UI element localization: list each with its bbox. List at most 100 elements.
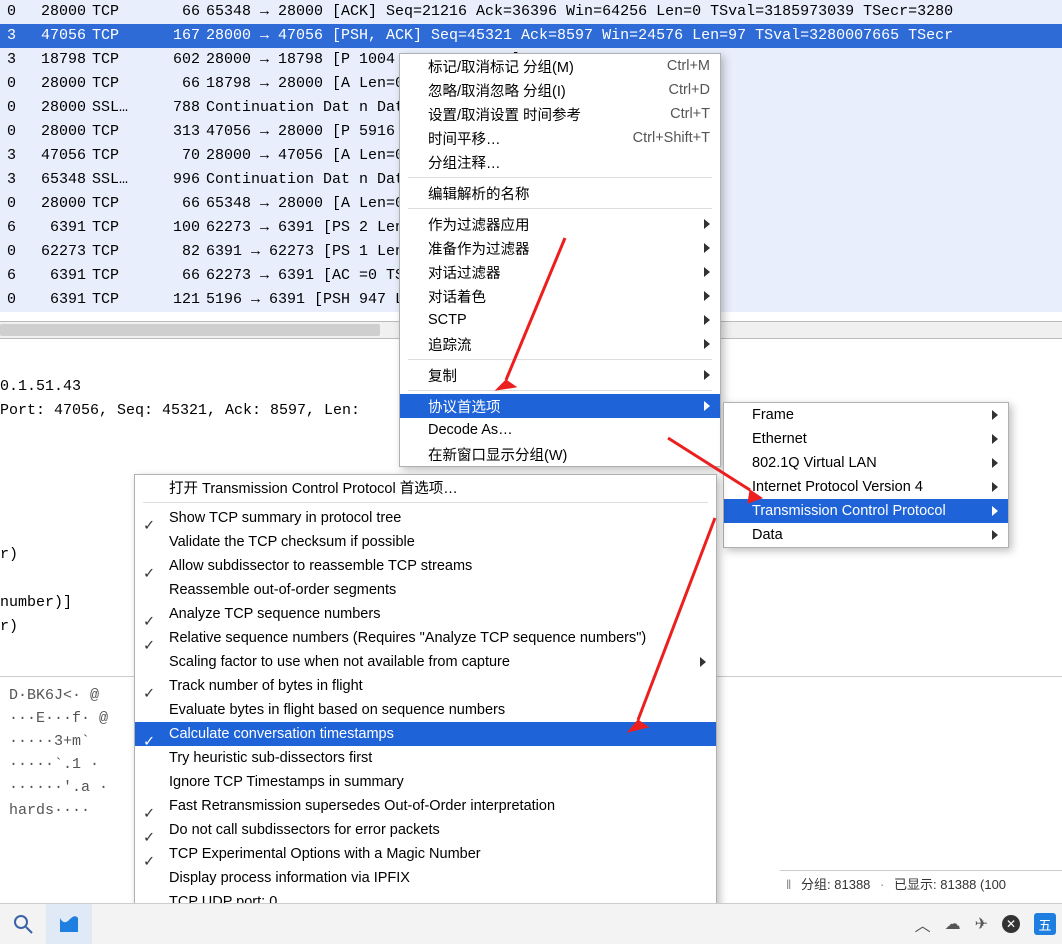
tcp-exp-options[interactable]: TCP Experimental Options with a Magic Nu…	[135, 842, 716, 866]
cell: 47056	[24, 24, 92, 48]
cell: 6	[0, 264, 24, 288]
submenu-arrow-icon	[704, 267, 710, 277]
menu-timeref[interactable]: 设置/取消设置 时间参考Ctrl+T	[400, 102, 720, 126]
menu-separator	[143, 502, 708, 503]
annotation-arrow-icon	[610, 510, 730, 740]
cell: 0	[0, 120, 24, 144]
tray-expand-icon[interactable]: ︿	[915, 912, 931, 936]
cell: 18798	[24, 48, 92, 72]
cell: 66	[150, 264, 206, 288]
cell: 0	[0, 0, 24, 24]
cell: TCP	[92, 48, 150, 72]
status-displayed-label: 已显示:	[894, 877, 937, 892]
menu-editname[interactable]: 编辑解析的名称	[400, 181, 720, 205]
status-displayed: 81388 (100	[940, 877, 1006, 892]
annotation-arrow-icon	[490, 230, 580, 400]
cell: SSL…	[92, 96, 150, 120]
menu-comment[interactable]: 分组注释…	[400, 150, 720, 174]
cell: 788	[150, 96, 206, 120]
submenu-arrow-icon	[704, 291, 710, 301]
submenu-arrow-icon	[704, 339, 710, 349]
cell: 28000	[24, 0, 92, 24]
submenu-arrow-icon	[704, 370, 710, 380]
cell: 28000	[24, 192, 92, 216]
system-tray[interactable]: ︿ ☁ ✈ ✕ 五	[915, 904, 1056, 944]
cell: 313	[150, 120, 206, 144]
menu-separator	[408, 177, 712, 178]
submenu-arrow-icon	[992, 482, 998, 492]
status-packets: 81388	[834, 877, 870, 892]
cell: 28000	[24, 72, 92, 96]
tcp-heuristic[interactable]: Try heuristic sub-dissectors first	[135, 746, 716, 770]
cell: TCP	[92, 216, 150, 240]
status-bar: ‖ 分组: 81388 · 已显示: 81388 (100	[780, 870, 1062, 896]
menu-mark[interactable]: 标记/取消标记 分组(M)Ctrl+M	[400, 54, 720, 78]
cell: 6391	[24, 288, 92, 312]
packet-row-selected[interactable]: 3 47056 TCP 167 28000 → 47056 [PSH, ACK]…	[0, 24, 1062, 48]
cell: 3	[0, 144, 24, 168]
scrollbar-thumb[interactable]	[0, 324, 380, 336]
submenu-arrow-icon	[992, 530, 998, 540]
cell: 100	[150, 216, 206, 240]
tcp-ipfix[interactable]: Display process information via IPFIX	[135, 866, 716, 890]
cell: 28000	[24, 120, 92, 144]
tcp-ignore-ts[interactable]: Ignore TCP Timestamps in summary	[135, 770, 716, 794]
cell: TCP	[92, 0, 150, 24]
tray-ime-icon[interactable]: 五	[1034, 913, 1056, 935]
submenu-arrow-icon	[704, 401, 710, 411]
cell: 167	[150, 24, 206, 48]
cell: 6391	[24, 264, 92, 288]
tray-cloud-icon[interactable]: ☁	[945, 914, 961, 934]
menu-timeshift[interactable]: 时间平移…Ctrl+Shift+T	[400, 126, 720, 150]
tray-close-icon[interactable]: ✕	[1002, 915, 1020, 933]
tray-send-icon[interactable]: ✈	[975, 914, 988, 934]
cell: TCP	[92, 24, 150, 48]
submenu-data[interactable]: Data	[724, 523, 1008, 547]
submenu-arrow-icon	[992, 506, 998, 516]
submenu-arrow-icon	[704, 219, 710, 229]
cell: TCP	[92, 120, 150, 144]
cell: TCP	[92, 240, 150, 264]
submenu-frame[interactable]: Frame	[724, 403, 1008, 427]
cell: 0	[0, 192, 24, 216]
cell: 3	[0, 168, 24, 192]
cell: 996	[150, 168, 206, 192]
cell: 121	[150, 288, 206, 312]
submenu-arrow-icon	[704, 243, 710, 253]
cell: TCP	[92, 192, 150, 216]
menu-separator	[408, 208, 712, 209]
cell: 66	[150, 192, 206, 216]
cell: 0	[0, 288, 24, 312]
cell: 82	[150, 240, 206, 264]
taskbar-search-icon[interactable]	[0, 904, 46, 944]
tcp-no-err-subdiss[interactable]: Do not call subdissectors for error pack…	[135, 818, 716, 842]
cell: 70	[150, 144, 206, 168]
cell: 3	[0, 48, 24, 72]
cell: 0	[0, 72, 24, 96]
submenu-arrow-icon	[992, 410, 998, 420]
cell: TCP	[92, 72, 150, 96]
submenu-arrow-icon	[992, 434, 998, 444]
cell: TCP	[92, 264, 150, 288]
taskbar-wireshark-icon[interactable]	[46, 904, 92, 944]
packet-row[interactable]: 0 28000 TCP 66 65348 → 28000 [ACK] Seq=2…	[0, 0, 1062, 24]
cell: 66	[150, 72, 206, 96]
tcp-open-prefs[interactable]: 打开 Transmission Control Protocol 首选项…	[135, 475, 716, 499]
cell: 0	[0, 96, 24, 120]
cell: 602	[150, 48, 206, 72]
cell: 6	[0, 216, 24, 240]
cell: 62273	[24, 240, 92, 264]
cell: 28000	[24, 96, 92, 120]
menu-ignore[interactable]: 忽略/取消忽略 分组(I)Ctrl+D	[400, 78, 720, 102]
cell: 28000 → 47056 [PSH, ACK] Seq=45321 Ack=8…	[206, 24, 1062, 48]
cell: 65348	[24, 168, 92, 192]
taskbar[interactable]: ︿ ☁ ✈ ✕ 五	[0, 903, 1062, 944]
cell: 6391	[24, 216, 92, 240]
cell: SSL…	[92, 168, 150, 192]
cell: 3	[0, 24, 24, 48]
cell: TCP	[92, 144, 150, 168]
cell: TCP	[92, 288, 150, 312]
annotation-arrow-icon	[660, 430, 770, 510]
cell: 66	[150, 0, 206, 24]
tcp-fast-rt[interactable]: Fast Retransmission supersedes Out-of-Or…	[135, 794, 716, 818]
